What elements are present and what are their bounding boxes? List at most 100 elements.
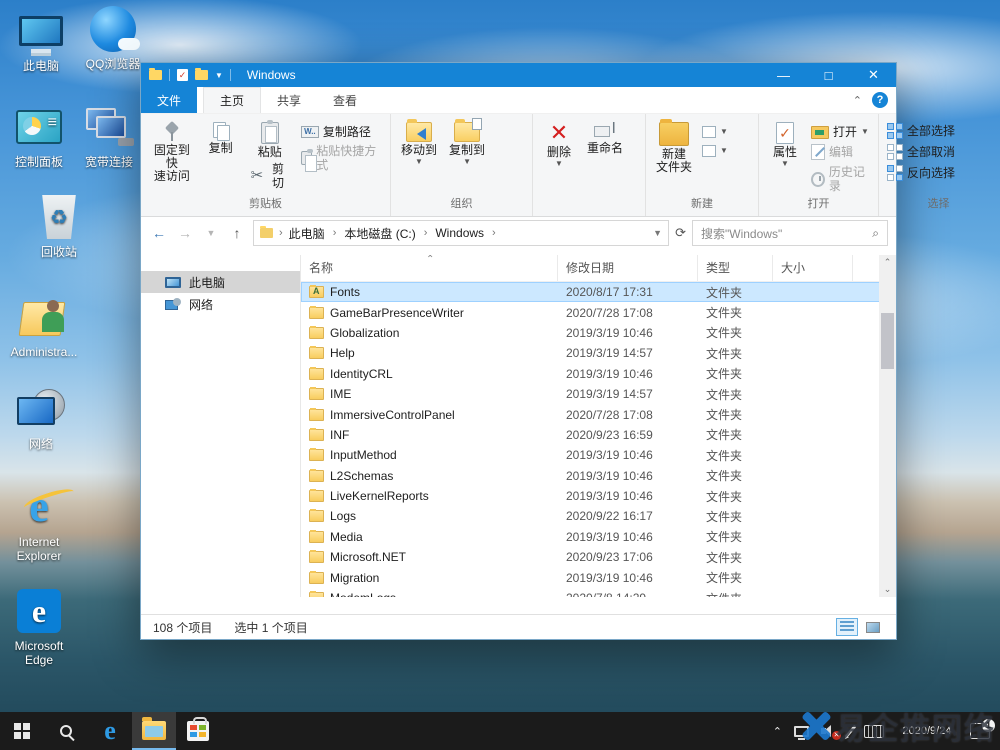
move-to-button[interactable]: 移动到 ▼ xyxy=(397,119,441,167)
refresh-icon[interactable]: ⟳ xyxy=(675,225,686,241)
taskbar-search-button[interactable] xyxy=(44,712,88,750)
tab-share[interactable]: 共享 xyxy=(261,87,317,113)
nav-item-this-pc[interactable]: 此电脑 xyxy=(141,271,300,293)
select-all-icon xyxy=(887,123,903,139)
tray-expand-icon[interactable]: ⌃ xyxy=(773,725,782,738)
table-row[interactable]: GameBarPresenceWriter 2020/7/28 17:08 文件… xyxy=(301,302,896,322)
thumbnail-view-button[interactable] xyxy=(862,618,884,636)
paste-button[interactable]: 粘贴 ✂ 剪切 xyxy=(245,120,295,193)
scroll-up-icon[interactable]: ⌃ xyxy=(879,255,896,270)
table-row[interactable]: L2Schemas 2019/3/19 10:46 文件夹 xyxy=(301,466,896,486)
desktop-icon-network[interactable]: 网络 xyxy=(6,384,76,451)
close-button[interactable]: ✕ xyxy=(851,63,896,87)
select-all-button[interactable]: 全部选择 xyxy=(885,122,957,140)
select-none-button[interactable]: 全部取消 xyxy=(885,143,957,161)
start-button[interactable] xyxy=(0,712,44,750)
breadcrumb-local-disk[interactable]: 本地磁盘 (C:) xyxy=(344,225,415,242)
copy-button[interactable]: 复制 xyxy=(201,120,241,157)
tray-network-icon[interactable] xyxy=(794,725,809,740)
table-row[interactable]: Globalization 2019/3/19 10:46 文件夹 xyxy=(301,323,896,343)
new-folder-icon[interactable] xyxy=(195,68,208,80)
table-row[interactable]: INF 2020/9/23 16:59 文件夹 xyxy=(301,425,896,445)
taskbar-explorer-button[interactable] xyxy=(132,712,176,750)
address-dropdown-caret[interactable]: ▼ xyxy=(653,228,662,238)
desktop-icon-internet-explorer[interactable]: e Internet Explorer xyxy=(4,482,74,564)
vertical-scrollbar[interactable]: ⌃ ⌄ xyxy=(879,255,896,597)
column-header-type[interactable]: 类型 xyxy=(698,255,773,281)
table-row[interactable]: IdentityCRL 2019/3/19 10:46 文件夹 xyxy=(301,364,896,384)
table-row[interactable]: Help 2019/3/19 14:57 文件夹 xyxy=(301,343,896,363)
file-date: 2019/3/19 14:57 xyxy=(566,346,653,361)
details-view-button[interactable] xyxy=(836,618,858,636)
column-header-size[interactable]: 大小 xyxy=(773,255,853,281)
desktop-icon-control-panel[interactable]: 控制面板 xyxy=(4,102,74,169)
search-icon[interactable]: ⌕ xyxy=(872,226,879,241)
qq-browser-icon xyxy=(90,6,140,52)
taskbar-edge-button[interactable]: e xyxy=(88,712,132,750)
breadcrumb-windows[interactable]: Windows xyxy=(435,226,484,240)
paste-shortcut-button[interactable]: 粘贴快捷方式 xyxy=(299,143,386,173)
desktop-icon-qq-browser[interactable]: QQ浏览器 xyxy=(78,4,148,71)
pin-to-quick-access-button[interactable]: 固定到快 速访问 xyxy=(147,120,197,185)
open-button[interactable]: 打开 ▼ xyxy=(809,124,874,140)
table-row[interactable]: LiveKernelReports 2019/3/19 10:46 文件夹 xyxy=(301,486,896,506)
recent-locations-caret[interactable]: ▼ xyxy=(201,228,221,238)
nav-item-network[interactable]: 网络 xyxy=(141,293,300,315)
delete-button[interactable]: ✕ 删除 ▼ xyxy=(539,120,579,169)
edit-button[interactable]: 编辑 xyxy=(809,143,874,161)
tray-ink-pen-icon[interactable] xyxy=(844,724,857,738)
tab-view[interactable]: 查看 xyxy=(317,87,373,113)
tray-date: 2020/9/24 xyxy=(902,724,952,737)
scroll-down-icon[interactable]: ⌄ xyxy=(879,582,896,597)
new-item-button[interactable]: ▼ xyxy=(700,143,730,159)
folder-icon xyxy=(309,570,324,584)
collapse-ribbon-icon[interactable]: ⌃ xyxy=(853,94,862,107)
notification-center-icon[interactable]: 1 xyxy=(970,719,995,739)
tray-clock[interactable]: 2020/9/24 xyxy=(896,725,958,738)
table-row[interactable]: Migration 2019/3/19 10:46 文件夹 xyxy=(301,567,896,587)
table-row[interactable]: Fonts 2020/8/17 17:31 文件夹 xyxy=(301,282,896,303)
rename-button[interactable]: 重命名 xyxy=(583,120,627,157)
table-row[interactable]: InputMethod 2019/3/19 10:46 文件夹 xyxy=(301,445,896,465)
desktop-icon-this-pc[interactable]: 此电脑 xyxy=(6,6,76,73)
minimize-button[interactable]: — xyxy=(761,63,806,87)
back-button[interactable]: ← xyxy=(149,225,169,241)
tab-home[interactable]: 主页 xyxy=(203,87,262,113)
search-input[interactable]: 搜索"Windows" ⌕ xyxy=(692,220,888,246)
forward-button[interactable]: → xyxy=(175,225,195,241)
copy-to-button[interactable]: 复制到 ▼ xyxy=(445,118,489,167)
folder-icon[interactable] xyxy=(149,68,162,80)
maximize-button[interactable]: □ xyxy=(806,63,851,87)
invert-selection-button[interactable]: 反向选择 xyxy=(885,164,957,182)
copy-path-button[interactable]: W.. 复制路径 xyxy=(299,124,386,140)
tray-keyboard-icon[interactable] xyxy=(864,724,884,738)
table-row[interactable]: Logs 2020/9/22 16:17 文件夹 xyxy=(301,506,896,526)
properties-icon[interactable]: ✓ xyxy=(177,69,188,81)
table-row[interactable]: IME 2019/3/19 14:57 文件夹 xyxy=(301,384,896,404)
vertical-scroll-thumb[interactable] xyxy=(881,313,894,369)
address-bar[interactable]: › 此电脑 › 本地磁盘 (C:) › Windows › ▼ xyxy=(253,220,670,246)
easy-access-button[interactable]: ▼ xyxy=(700,124,730,140)
table-row[interactable]: ImmersiveControlPanel 2020/7/28 17:08 文件… xyxy=(301,404,896,424)
desktop-icon-recycle-bin[interactable]: ♻ 回收站 xyxy=(24,192,94,259)
history-button[interactable]: 历史记录 xyxy=(809,164,874,194)
customize-toolbar-caret[interactable]: ▼ xyxy=(215,71,223,80)
help-icon[interactable]: ? xyxy=(872,92,888,108)
properties-button[interactable]: ✓ 属性 ▼ xyxy=(765,120,805,169)
table-row[interactable]: Media 2019/3/19 10:46 文件夹 xyxy=(301,527,896,547)
cut-button[interactable]: ✂ 剪切 xyxy=(249,161,291,191)
desktop-icon-broadband[interactable]: 宽带连接 xyxy=(74,102,144,169)
thumbnail-view-icon xyxy=(866,621,880,633)
tab-file[interactable]: 文件 xyxy=(141,87,198,113)
desktop-icon-microsoft-edge[interactable]: e Microsoft Edge xyxy=(4,586,74,667)
table-row[interactable]: Microsoft.NET 2020/9/23 17:06 文件夹 xyxy=(301,547,896,567)
tray-volume-muted-icon[interactable]: ✕ xyxy=(821,724,841,740)
desktop-icon-admin-folder[interactable]: Administra... xyxy=(4,292,84,359)
title-bar[interactable]: ✓ ▼ Windows — □ ✕ xyxy=(141,63,896,87)
new-folder-button[interactable]: 新建 文件夹 xyxy=(652,119,696,176)
table-row[interactable]: ModemLogs 2020/7/8 14:29 文件夹 xyxy=(301,588,896,597)
breadcrumb-this-pc[interactable]: 此电脑 xyxy=(289,225,325,242)
column-header-date[interactable]: 修改日期 xyxy=(558,255,698,281)
up-button[interactable]: ↑ xyxy=(227,225,247,241)
taskbar-store-button[interactable] xyxy=(176,712,220,750)
